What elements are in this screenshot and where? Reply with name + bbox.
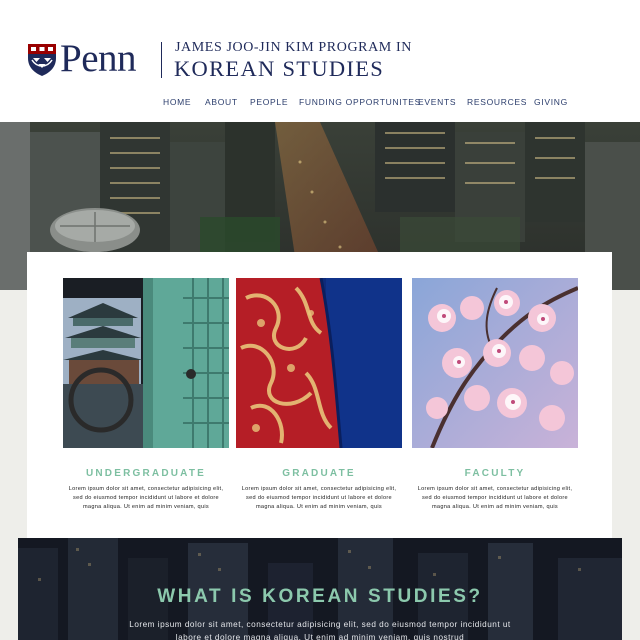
nav-funding[interactable]: FUNDING OPPORTUNITES — [299, 97, 421, 107]
undergraduate-text: Lorem ipsum dolor sit amet, consectetur … — [68, 486, 224, 510]
nav-home[interactable]: HOME — [163, 97, 191, 107]
nav-events[interactable]: EVENTS — [418, 97, 456, 107]
graduate-text: Lorem ipsum dolor sit amet, consectetur … — [241, 486, 397, 510]
logo-divider — [161, 42, 162, 78]
faculty-title[interactable]: FACULTY — [412, 468, 578, 480]
undergraduate-photo[interactable] — [63, 278, 229, 448]
program-title-line2: KOREAN STUDIES — [174, 56, 385, 81]
penn-wordmark: Penn — [60, 37, 137, 80]
undergraduate-title[interactable]: UNDERGRADUATE — [63, 468, 229, 480]
section-body: Lorem ipsum dolor sit amet, consectetur … — [129, 620, 511, 640]
program-title-line1: JAMES JOO-JIN KIM PROGRAM IN — [175, 40, 412, 55]
nav-giving[interactable]: GIVING — [534, 97, 568, 107]
faculty-text: Lorem ipsum dolor sit amet, consectetur … — [417, 486, 573, 510]
programs-card: UNDERGRADUATE Lorem ipsum dolor sit amet… — [27, 252, 612, 538]
graduate-photo[interactable] — [236, 278, 402, 448]
what-is-section: WHAT IS KOREAN STUDIES? Lorem ipsum dolo… — [18, 538, 622, 640]
nav-people[interactable]: PEOPLE — [250, 97, 288, 107]
graduate-title[interactable]: GRADUATE — [236, 468, 402, 480]
penn-shield-icon — [28, 44, 56, 76]
main-nav: HOME ABOUT PEOPLE FUNDING OPPORTUNITES E… — [0, 97, 640, 111]
section-title: WHAT IS KOREAN STUDIES? — [157, 586, 483, 607]
site-header: Penn JAMES JOO-JIN KIM PROGRAM IN KOREAN… — [0, 0, 640, 122]
penn-logo[interactable]: Penn — [27, 37, 167, 80]
nav-about[interactable]: ABOUT — [205, 97, 238, 107]
nav-resources[interactable]: RESOURCES — [467, 97, 527, 107]
faculty-photo[interactable] — [412, 278, 578, 448]
